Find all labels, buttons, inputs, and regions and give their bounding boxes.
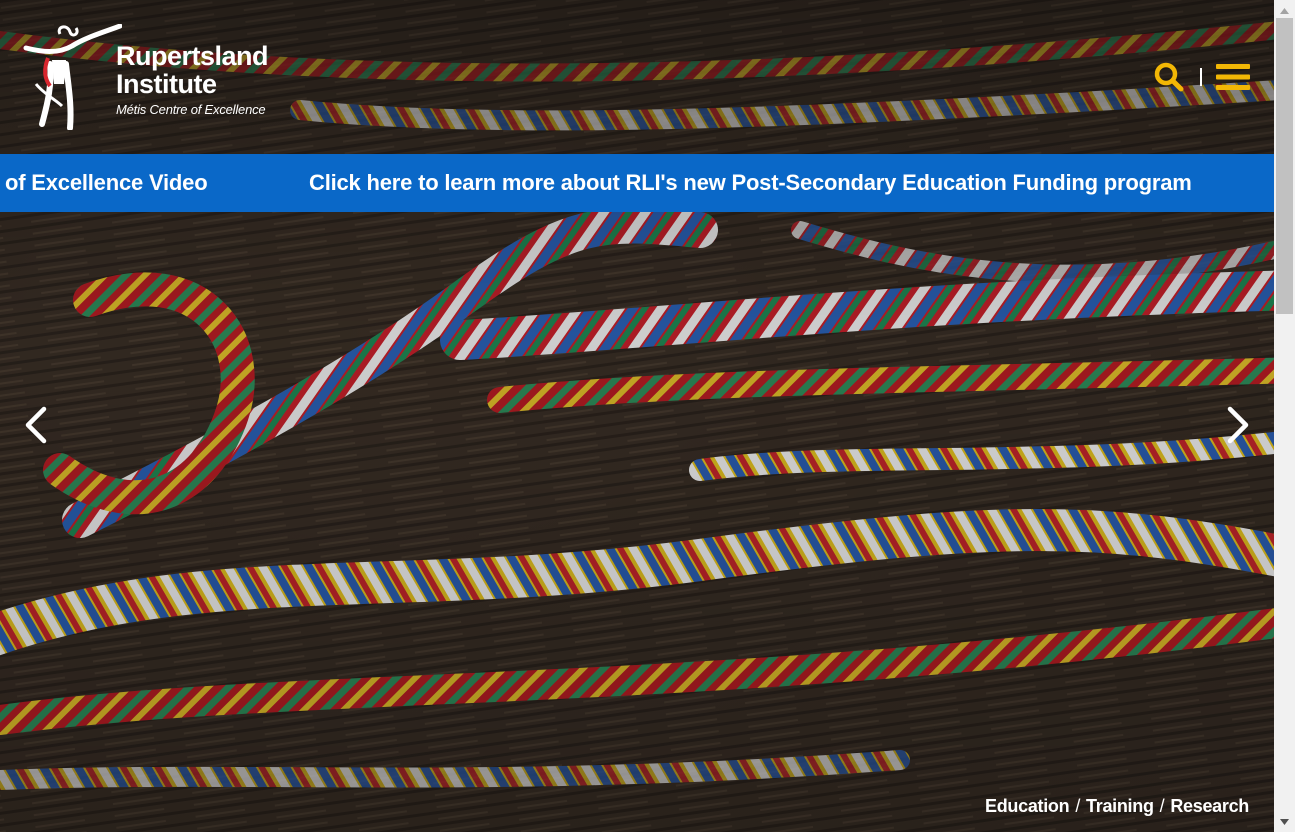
logo-name: Rupertsland Institute (116, 41, 269, 99)
scroll-down-arrow-icon (1280, 818, 1289, 825)
scroll-up-arrow-icon (1280, 7, 1289, 14)
chevron-left-icon (25, 406, 47, 444)
news-ticker: of Excellence Video Click here to learn … (0, 154, 1274, 212)
tagline-education: Education (985, 796, 1070, 816)
ticker-link-funding[interactable]: Click here to learn more about RLI's new… (309, 154, 1192, 212)
hero-tagline: Education / Training / Research (985, 796, 1249, 817)
carousel-prev-button[interactable] (20, 405, 54, 445)
scroll-up-button[interactable] (1274, 2, 1295, 19)
tagline-research: Research (1170, 796, 1249, 816)
site-logo[interactable]: Rupertsland Institute Métis Centre of Ex… (22, 24, 282, 130)
page-viewport: Rupertsland Institute Métis Centre of Ex… (0, 0, 1274, 832)
hamburger-menu-icon (1216, 64, 1250, 90)
tagline-separator: / (1075, 796, 1081, 816)
header-divider (1200, 68, 1202, 86)
ticker-link-video[interactable]: of Excellence Video (5, 154, 208, 212)
logo-name-line2: Institute (116, 69, 217, 99)
carousel-next-button[interactable] (1220, 405, 1254, 445)
logo-name-line1: Rupertsland (116, 41, 269, 71)
menu-button[interactable] (1216, 62, 1250, 92)
tagline-training: Training (1086, 796, 1154, 816)
tagline-separator: / (1159, 796, 1165, 816)
scroll-thumb[interactable] (1276, 18, 1293, 314)
search-button[interactable] (1152, 60, 1186, 94)
vertical-scrollbar[interactable] (1274, 0, 1295, 832)
chevron-right-icon (1227, 406, 1249, 444)
search-icon (1154, 62, 1184, 92)
scroll-down-button[interactable] (1274, 813, 1295, 830)
header-actions (1152, 58, 1250, 96)
rupertsland-logo-icon (23, 24, 122, 130)
logo-tagline: Métis Centre of Excellence (116, 102, 266, 117)
